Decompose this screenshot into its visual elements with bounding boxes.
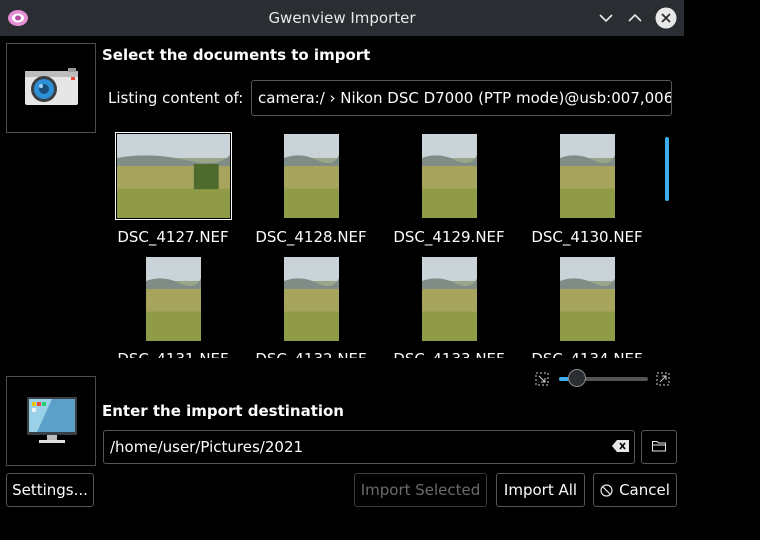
zoom-slider-handle[interactable]	[567, 369, 586, 387]
thumbnail-item[interactable]: DSC_4133.NEF	[380, 128, 518, 358]
window-title: Gwenview Importer	[268, 9, 416, 27]
folder-icon	[652, 441, 666, 452]
minimize-icon	[599, 14, 613, 23]
thumbnail-item[interactable]: DSC_4132.NEF	[242, 128, 380, 358]
maximize-button[interactable]	[624, 7, 646, 29]
zoom-out-icon[interactable]	[535, 372, 549, 386]
zoom-in-icon[interactable]	[656, 372, 670, 386]
minimize-button[interactable]	[595, 7, 617, 29]
thumbnail-item[interactable]: DSC_4134.NEF	[518, 128, 656, 358]
photo-thumbnail-image	[283, 257, 339, 341]
thumbnail-filename: DSC_4133.NEF	[380, 350, 518, 358]
browse-folder-button[interactable]	[641, 430, 677, 464]
import-destination-heading: Enter the import destination	[102, 402, 344, 420]
photo-thumbnail-image	[145, 257, 201, 341]
importer-window: Gwenview Importer Select the documents t…	[0, 0, 684, 515]
close-button[interactable]	[655, 7, 677, 29]
cancel-icon	[600, 483, 613, 497]
photo-thumbnail-image	[559, 257, 615, 341]
thumbnail-filename: DSC_4132.NEF	[242, 350, 380, 358]
settings-button[interactable]: Settings...	[6, 473, 94, 507]
select-documents-heading: Select the documents to import	[102, 46, 371, 64]
thumbnail-filename: DSC_4134.NEF	[518, 350, 656, 358]
cancel-label: Cancel	[619, 481, 670, 499]
thumbnail-filename: DSC_4131.NEF	[104, 350, 242, 358]
destination-path-text: /home/user/Pictures/2021	[110, 438, 304, 456]
clear-text-icon[interactable]	[612, 439, 630, 453]
title-bar[interactable]: Gwenview Importer	[0, 0, 684, 36]
camera-icon	[25, 68, 78, 105]
import-selected-button[interactable]: Import Selected	[354, 473, 487, 507]
listing-path-text: camera:/ › Nikon DSC D7000 (PTP mode)@us…	[258, 89, 672, 107]
cancel-button[interactable]: Cancel	[593, 473, 677, 507]
listing-content-label: Listing content of:	[108, 89, 244, 107]
listing-path-field[interactable]: camera:/ › Nikon DSC D7000 (PTP mode)@us…	[251, 80, 672, 116]
maximize-icon	[628, 13, 642, 22]
camera-icon-frame	[6, 43, 96, 133]
monitor-icon	[27, 397, 77, 443]
monitor-icon-frame	[6, 376, 96, 466]
close-icon	[655, 7, 677, 29]
photo-thumbnail-image	[421, 257, 477, 341]
thumbnail-scrollbar[interactable]	[659, 129, 673, 359]
thumbnail-grid[interactable]: DSC_4127.NEF DSC_4128.NEF DSC_4129.NEF DSC_…	[104, 128, 657, 358]
scrollbar-handle[interactable]	[665, 137, 669, 201]
import-all-button[interactable]: Import All	[496, 473, 585, 507]
thumbnail-item[interactable]: DSC_4131.NEF	[104, 128, 242, 358]
destination-path-input[interactable]: /home/user/Pictures/2021	[103, 430, 635, 464]
